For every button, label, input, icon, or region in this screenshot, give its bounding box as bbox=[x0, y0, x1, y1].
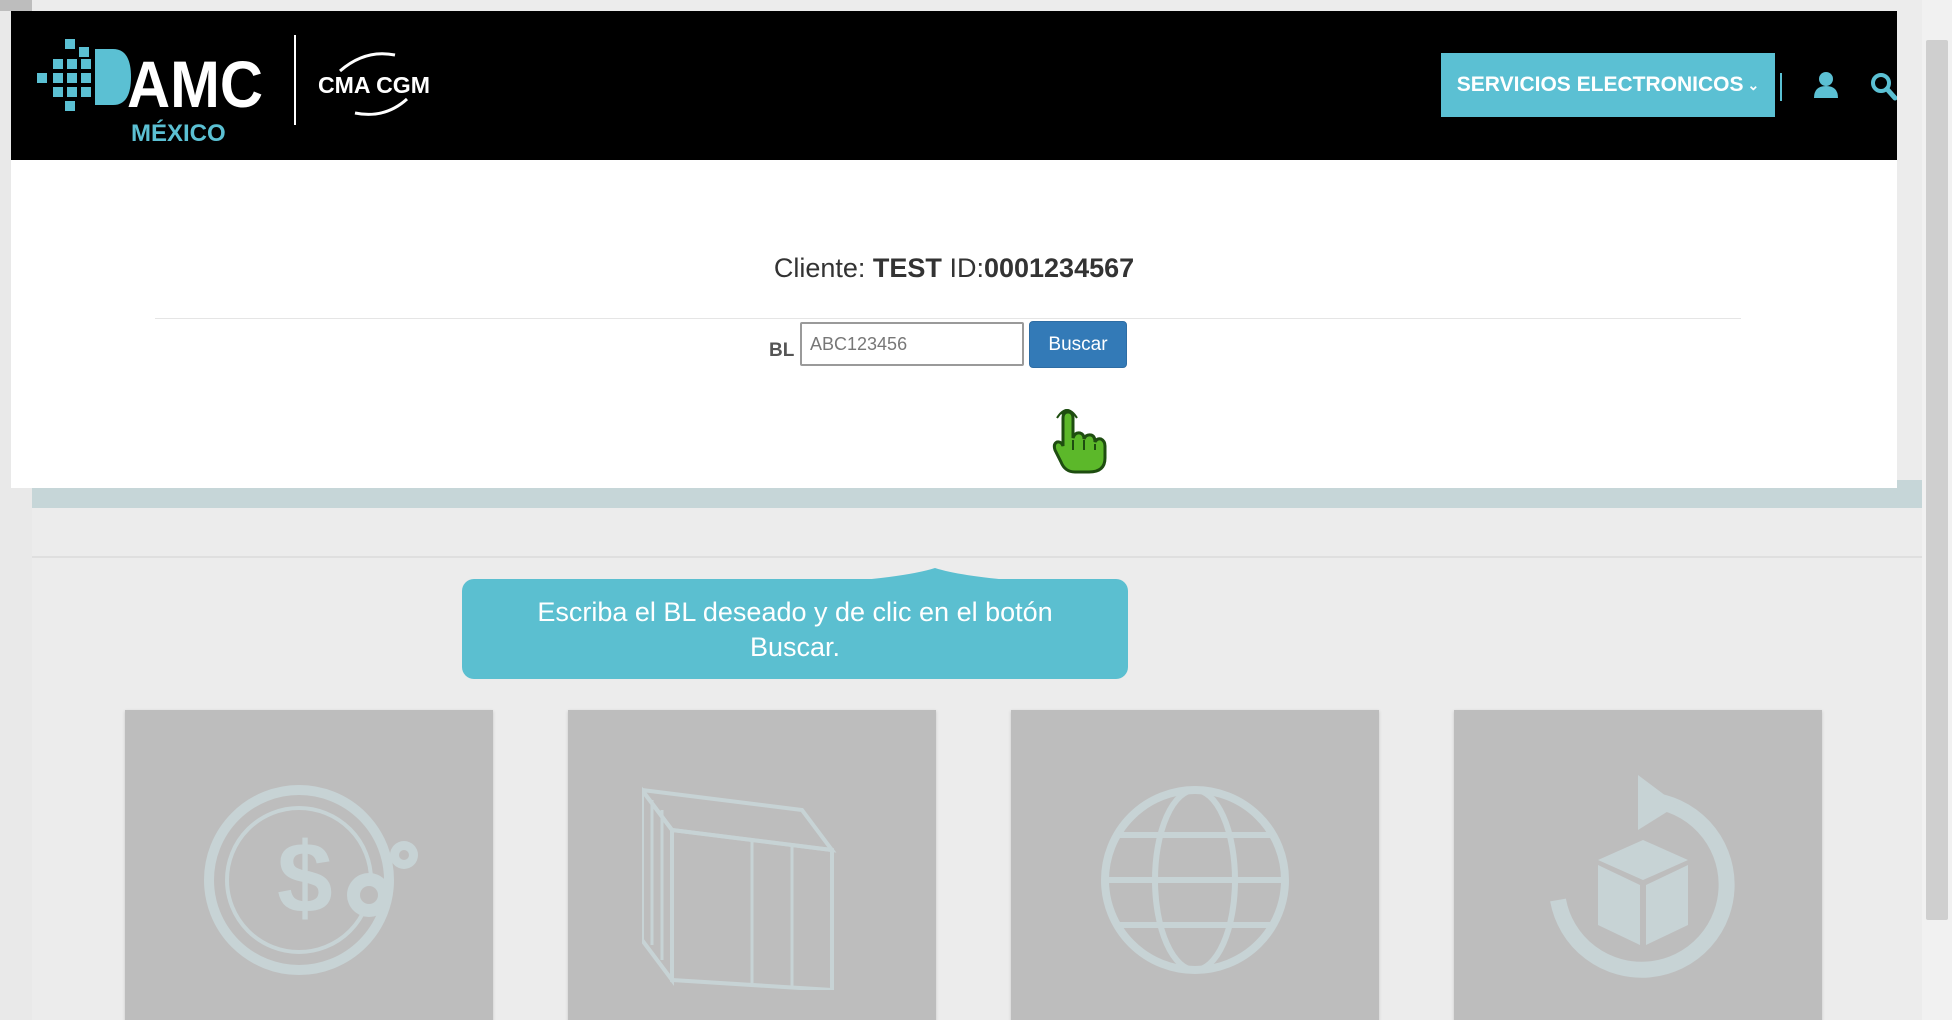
amc-mexico-logo[interactable]: AMC MÉXICO CMA CGM bbox=[35, 29, 455, 147]
hand-cursor-icon bbox=[1052, 409, 1107, 474]
container-icon bbox=[642, 786, 837, 990]
money-gear-icon: $ bbox=[204, 785, 418, 975]
tile-financial[interactable]: $ bbox=[125, 710, 493, 1020]
background-divider bbox=[32, 556, 1922, 558]
client-info: Cliente: TEST ID:0001234567 bbox=[11, 253, 1897, 284]
user-icon[interactable] bbox=[1813, 71, 1839, 99]
bl-label: BL bbox=[769, 340, 795, 361]
chevron-down-icon: ⌄ bbox=[1747, 76, 1760, 93]
search-icon[interactable] bbox=[1870, 71, 1897, 101]
client-label: Cliente: bbox=[773, 253, 866, 283]
tile-container[interactable] bbox=[568, 710, 936, 1020]
nav-divider bbox=[1780, 73, 1782, 101]
bl-input[interactable] bbox=[800, 322, 1024, 366]
tooltip-text: Escriba el BL deseado y de clic en el bo… bbox=[537, 597, 1053, 662]
tile-cargo[interactable] bbox=[1454, 710, 1822, 1020]
top-navbar: AMC MÉXICO CMA CGM SERVICIOS ELECTRONICO… bbox=[11, 11, 1897, 160]
instruction-tooltip: Escriba el BL deseado y de clic en el bo… bbox=[462, 579, 1128, 679]
box-refresh-icon bbox=[1550, 775, 1735, 978]
partner-logo-text: CMA CGM bbox=[318, 72, 430, 98]
services-dropdown-button[interactable]: SERVICIOS ELECTRONICOS ⌄ bbox=[1441, 53, 1775, 117]
scrollbar-thumb[interactable] bbox=[1926, 40, 1948, 920]
globe-icon bbox=[1101, 786, 1289, 974]
client-id-value: 0001234567 bbox=[983, 253, 1135, 283]
client-id-label: ID: bbox=[949, 253, 984, 283]
logo-subtext: MÉXICO bbox=[131, 119, 226, 147]
svg-text:$: $ bbox=[277, 822, 333, 934]
logo-text: AMC bbox=[127, 47, 263, 121]
tile-global[interactable] bbox=[1011, 710, 1379, 1020]
divider bbox=[155, 318, 1741, 319]
search-button[interactable]: Buscar bbox=[1029, 321, 1127, 368]
services-button-label: SERVICIOS ELECTRONICOS bbox=[1456, 73, 1744, 96]
client-name: TEST bbox=[872, 253, 942, 283]
search-panel: AMC MÉXICO CMA CGM SERVICIOS ELECTRONICO… bbox=[11, 11, 1897, 488]
